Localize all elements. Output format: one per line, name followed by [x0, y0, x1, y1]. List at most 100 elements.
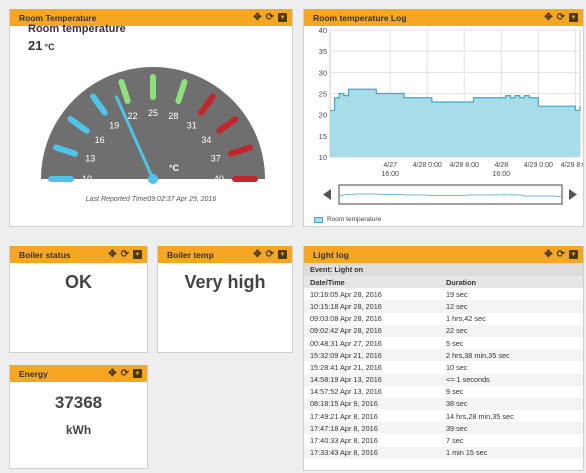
move-icon[interactable]: ✥: [108, 249, 116, 260]
room-temperature-widget: Room Temperature ✥ ⟳ ▼ Room temperature …: [9, 9, 293, 227]
move-icon[interactable]: ✥: [544, 12, 552, 23]
gauge-tick-label: 19: [109, 121, 119, 131]
widget-title: Energy: [19, 368, 48, 379]
energy-value: 37368: [54, 393, 103, 412]
gauge-unit-label: °C: [169, 163, 180, 173]
event-label: Event: Light on: [304, 263, 583, 276]
move-icon[interactable]: ✥: [544, 249, 552, 260]
gauge-tick-label: 13: [85, 154, 95, 164]
room-temperature-log-widget: Room temperature Log ✥ ⟳ ▼ 10 15 20 25 30 35 4…: [303, 9, 584, 227]
gauge-tick-label: 16: [95, 135, 105, 145]
row-datetime: 15:32:09 Apr 21, 2016: [304, 349, 440, 362]
boiler-temp-widget: Boiler temp ✥ ⟳ ▼ Very high: [157, 246, 293, 353]
chart-legend[interactable]: Room temperature: [314, 216, 381, 223]
y-tick-label: 20: [319, 111, 327, 120]
energy-widget: Energy ✥ ⟳ ▼ 37368 kWh: [9, 365, 148, 469]
boiler-status-widget: Boiler status ✥ ⟳ ▼ OK: [9, 246, 148, 353]
temperature-gauge: 10 1316 19 22 25 28 31 3437 40 °C: [41, 67, 265, 184]
widget-title: Light log: [313, 249, 349, 260]
row-datetime: 10:16:05 Apr 28, 2016: [310, 289, 382, 299]
move-icon[interactable]: ✥: [108, 368, 116, 379]
gauge-tick-label: 31: [187, 121, 197, 131]
row-duration: 22 sec: [440, 324, 583, 337]
refresh-icon[interactable]: ⟳: [121, 368, 129, 379]
legend-swatch: [314, 216, 323, 223]
x-tick-label: 4/28: [494, 162, 508, 169]
column-header-datetime[interactable]: Date/Time: [304, 276, 440, 289]
row-duration: 9 sec: [446, 387, 464, 397]
y-tick-label: 35: [319, 47, 327, 56]
gauge-tick-label: 25: [148, 108, 158, 118]
row-datetime: 14:57:52 Apr 13, 2016: [310, 387, 382, 397]
refresh-icon[interactable]: ⟳: [121, 249, 129, 260]
widget-title: Room temperature Log: [313, 12, 407, 23]
dropdown-icon[interactable]: ▼: [278, 250, 287, 259]
column-header-duration[interactable]: Duration: [440, 276, 583, 289]
row-duration: 39 sec: [440, 422, 583, 435]
row-duration: 1 hrs,42 sec: [446, 314, 486, 324]
row-datetime: 17:40:33 Apr 8, 2016: [310, 436, 378, 446]
table-row: 09:03:08 Apr 28, 2016 1 hrs,42 sec: [304, 313, 583, 325]
table-row: 17:47:18 Apr 8, 2016 39 sec: [304, 422, 583, 435]
table-row: 00:48:31 Apr 27, 2016 5 sec: [304, 337, 583, 349]
energy-unit: kWh: [65, 423, 92, 437]
gauge-tick-label: 34: [201, 135, 211, 145]
row-datetime: 10:15:18 Apr 28, 2016: [304, 300, 440, 313]
gauge-tick-label: 40: [214, 174, 224, 184]
refresh-icon[interactable]: ⟳: [266, 249, 274, 260]
x-tick-label: 4/27: [383, 162, 397, 169]
dropdown-icon[interactable]: ▼: [569, 13, 578, 22]
temperature-log-chart[interactable]: 10 15 20 25 30 35 40 4/27 16:00 4/28 0:00 4/28 8:0…: [304, 26, 584, 226]
light-log-table: Date/Time Duration 10:16:05 Apr 28, 2016…: [304, 276, 583, 459]
row-duration: 5 sec: [446, 338, 464, 348]
widget-header: Boiler temp ✥ ⟳ ▼: [158, 246, 292, 263]
row-duration: <= 1 seconds: [440, 373, 583, 386]
move-icon[interactable]: ✥: [253, 249, 261, 260]
row-datetime: 17:47:18 Apr 8, 2016: [304, 422, 440, 435]
row-duration: 12 sec: [440, 300, 583, 313]
dropdown-icon[interactable]: ▼: [133, 250, 142, 259]
navigator-left-arrow-icon[interactable]: [323, 189, 331, 200]
dropdown-icon[interactable]: ▼: [133, 369, 142, 378]
table-row: 17:49:21 Apr 8, 2016 14 hrs,28 min,35 sec: [304, 410, 583, 422]
gauge-tick-label: 37: [211, 154, 221, 164]
row-duration: 38 sec: [440, 397, 583, 411]
refresh-icon[interactable]: ⟳: [557, 12, 565, 23]
x-tick-label: 4/29 0:00: [524, 162, 553, 169]
row-duration: 19 sec: [446, 289, 468, 299]
table-row: 15:32:09 Apr 21, 2016 2 hrs,38 min,35 sec: [304, 349, 583, 362]
y-tick-label: 10: [319, 153, 327, 162]
widget-header: Energy ✥ ⟳ ▼: [10, 365, 147, 382]
dropdown-icon[interactable]: ▼: [569, 250, 578, 259]
boiler-temp-value: Very high: [184, 272, 266, 292]
table-row: 14:57:52 Apr 13, 2016 9 sec: [304, 386, 583, 398]
boiler-status-value: OK: [65, 272, 92, 292]
navigator-right-arrow-icon[interactable]: [569, 189, 577, 200]
row-duration: 7 sec: [446, 436, 464, 446]
row-datetime: 00:48:31 Apr 27, 2016: [310, 338, 382, 348]
last-reported-time: Last Reported Time09:02:37 Apr 29, 2016: [85, 196, 217, 203]
table-row: 17:40:33 Apr 8, 2016 7 sec: [304, 434, 583, 446]
refresh-icon[interactable]: ⟳: [557, 249, 565, 260]
light-log-widget: Light log ✥ ⟳ ▼ Event: Light on Date/Tim…: [303, 246, 584, 471]
row-datetime: 17:49:21 Apr 8, 2016: [310, 411, 378, 421]
table-row: 14:58:19 Apr 13, 2016 <= 1 seconds: [304, 373, 583, 386]
widget-title: Boiler status: [19, 249, 71, 260]
row-datetime: 08:18:15 Apr 9, 2016: [304, 397, 440, 411]
row-datetime: 15:28:41 Apr 21, 2016: [310, 362, 382, 372]
gauge-tick-label: 22: [128, 111, 138, 121]
widget-header: Boiler status ✥ ⟳ ▼: [10, 246, 147, 263]
navigator-window: [338, 184, 563, 205]
table-row: 15:28:41 Apr 21, 2016 10 sec: [304, 361, 583, 373]
x-tick-label: 4/28 0:00: [413, 162, 442, 169]
table-row: 10:15:18 Apr 28, 2016 12 sec: [304, 300, 583, 313]
y-tick-label: 30: [319, 68, 327, 77]
row-datetime: 14:58:19 Apr 13, 2016: [304, 373, 440, 386]
x-tick-label: 16:00: [493, 171, 511, 178]
row-duration: 10 sec: [446, 362, 468, 372]
row-duration: 2 hrs,38 min,35 sec: [440, 349, 583, 362]
widget-header: Light log ✥ ⟳ ▼: [304, 246, 583, 263]
gauge-tick-label: 28: [168, 111, 178, 121]
x-tick-label: 4/28 8:00: [450, 162, 479, 169]
widget-title: Boiler temp: [167, 249, 214, 260]
